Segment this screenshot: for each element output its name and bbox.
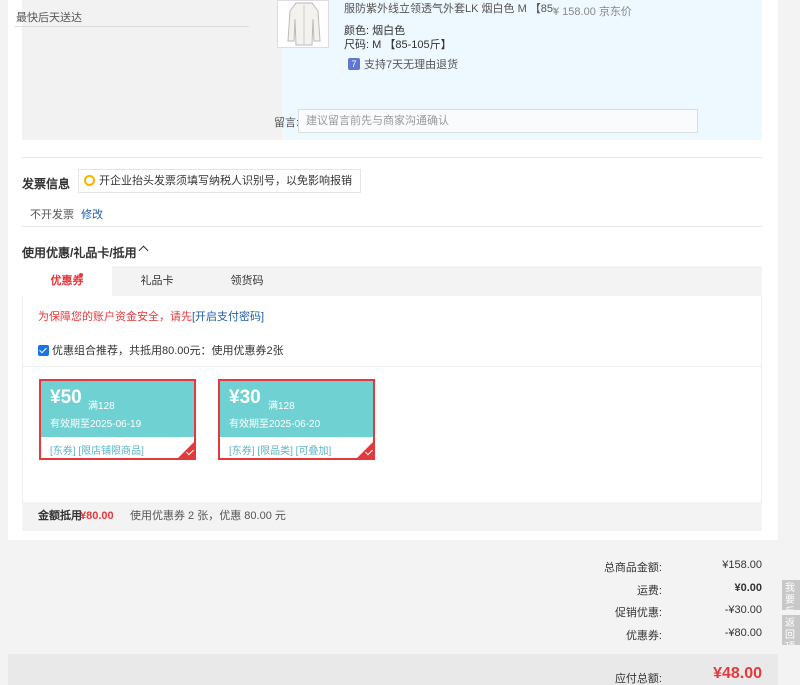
message-label: 留言: [274,117,300,129]
discount-title: 使用优惠/礼品卡/抵用 [22,246,137,260]
jacket-image-icon [287,2,321,46]
promo-discount-label: 促销优惠: [614,607,662,619]
coupon-tags: [东券] [限店铺限商品] [50,446,144,457]
message-input[interactable]: 建议留言前先与商家沟通确认 [298,109,698,133]
invoice-tip-text: 开企业抬头发票须填写纳税人识别号，以免影响报销 [99,175,352,187]
coupon-amount: ¥30 [229,387,261,408]
coupon-face: ¥30 满128 有效期至2025-06-20 [220,381,373,437]
coupon-expiry: 有效期至2025-06-19 [50,419,142,430]
tab-gift-card[interactable]: 礼品卡 [112,266,202,296]
security-warning: 为保障您的账户资金安全，请先[开启支付密码] [38,308,264,324]
invoice-status: 不开发票 [30,209,74,221]
coupon-face: ¥50 满128 有效期至2025-06-19 [41,381,194,437]
combo-text: 优惠组合推荐，共抵用80.00元：使用优惠券2张 [52,345,284,357]
coupon-tags: [东券] [限品类] [可叠加] [229,446,332,457]
invoice-tip: 开企业抬头发票须填写纳税人识别号，以免影响报销 [78,169,361,193]
shipping-fee-label: 运费: [636,585,662,597]
size-label: 尺码: [344,39,370,51]
invoice-edit-link[interactable]: 修改 [81,209,103,221]
enable-pay-password-link[interactable]: [开启支付密码] [192,311,264,323]
delivery-time: 最快后天送达 [16,12,82,24]
size-spec: 尺码: M 【85-105斤】 [344,36,452,52]
summary-label: 金额抵用 [38,510,82,522]
coupon-threshold: 满128 [268,401,295,412]
back-to-top-button[interactable]: 返回顶部 [782,615,800,645]
feedback-button[interactable]: 我要反馈 [782,580,800,610]
lightbulb-icon [84,175,95,186]
tab-label: 礼品卡 [140,275,174,287]
coupon-card[interactable]: ¥30 满128 有效期至2025-06-20 [东券] [限品类] [可叠加] [218,379,375,460]
payable-label: 应付总额: [614,673,662,685]
total-goods-label: 总商品金额: [603,562,662,574]
tab-label: 优惠券 [50,275,84,287]
invoice-value: 不开发票 修改 [30,206,103,222]
total-goods-value: ¥158.00 [722,559,762,571]
coupon-discount-label: 优惠券: [625,630,662,642]
tab-redeem-code[interactable]: 领货码 [202,266,292,296]
return-policy: 7 支持7天无理由退货 [348,56,458,72]
promo-discount-value: -¥30.00 [724,604,762,616]
product-price: ¥ 158.00 京东价 [553,6,632,18]
size-value: M 【85-105斤】 [372,39,452,51]
product-name[interactable]: 服防紫外线立领透气外套LK 烟白色 M 【85- [344,0,557,16]
coupon-discount-value: -¥80.00 [724,627,762,639]
summary-description: 使用优惠券 2 张，优惠 80.00 元 [130,510,286,522]
tab-coupons[interactable]: 优惠券 [22,266,112,296]
return-badge-icon: 7 [348,58,360,70]
product-thumbnail[interactable] [277,0,329,48]
notification-dot-icon [79,273,83,277]
divider [22,157,762,158]
coupon-card[interactable]: ¥50 满128 有效期至2025-06-19 [东券] [限店铺限商品] [39,379,196,460]
discount-tabs: 优惠券 礼品卡 领货码 [22,266,762,296]
invoice-title: 发票信息 [22,177,71,191]
tab-label: 领货码 [230,275,264,287]
divider [22,226,762,227]
shipping-fee-value: ¥0.00 [734,582,762,594]
divider [14,26,249,27]
coupon-threshold: 满128 [88,401,115,412]
coupon-expiry: 有效期至2025-06-20 [229,419,321,430]
return-text: 支持7天无理由退货 [364,59,459,71]
combo-recommend[interactable]: 优惠组合推荐，共抵用80.00元：使用优惠券2张 [38,342,284,358]
summary-amount: ¥80.00 [80,510,114,522]
payable-amount: ¥48.00 [713,665,762,682]
warning-text: 为保障您的账户资金安全，请先 [38,311,192,323]
payable-bar [8,654,778,685]
discount-summary: 金额抵用 ¥80.00 使用优惠券 2 张，优惠 80.00 元 [22,502,762,531]
checkbox-checked-icon[interactable] [38,344,49,356]
coupon-amount: ¥50 [50,387,82,408]
